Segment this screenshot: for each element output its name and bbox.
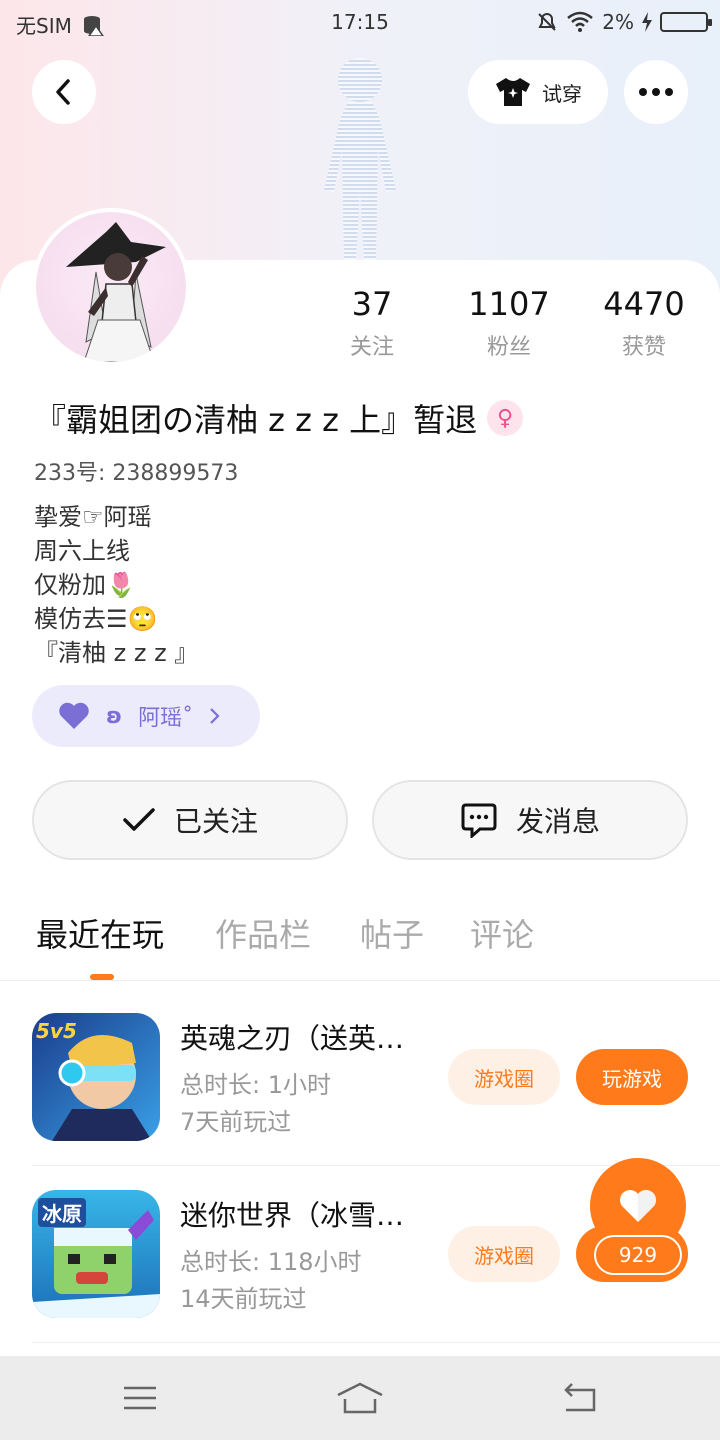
back-arrow-icon [56,79,70,105]
divider [0,980,720,981]
bio-line: 『清柚 z z z 』 [34,639,199,667]
try-on-button[interactable]: 试穿 [468,60,608,124]
bio-line: 仅粉加🌷 [34,571,136,599]
more-button[interactable] [624,60,688,124]
mute-bell-icon [538,13,556,31]
bio: 挚爱☞阿瑶 周六上线 仅粉加🌷 模仿去☰🙄 『清柚 z z z 』 [34,500,198,670]
recent-apps-button[interactable] [110,1376,170,1420]
chat-bubble-icon [461,803,497,838]
avatar-character-image [66,222,166,362]
tab-recently-played[interactable]: 最近在玩 [36,910,164,956]
stat-value: 1107 [468,285,550,323]
tab-comments[interactable]: 评论 [470,910,534,956]
user-id: 233号: 238899573 [34,461,239,486]
system-navigation-bar [0,1356,720,1440]
stat-label: 获赞 [621,335,666,360]
divider [32,1342,720,1343]
play-game-button[interactable]: 玩游戏 [576,1049,688,1105]
cp-gender-symbol: ʚ [106,703,123,729]
stat-label: 关注 [349,335,394,360]
game-last-played: 7天前玩过 [180,1108,292,1136]
status-bar: 无SIM 17:15 2% [0,0,720,48]
tab-works[interactable]: 作品栏 [215,910,311,956]
gender-female-icon: ♀ [487,400,524,436]
back-nav-button[interactable] [550,1376,610,1420]
chevron-right-icon [210,708,220,724]
bio-line: 模仿去☰🙄 [34,605,158,633]
return-icon [564,1383,596,1412]
profile-stats: 37 关注 1107 粉丝 4470 获赞 [300,285,720,365]
game-icon-badge: 冰原 [38,1198,86,1227]
nickname: 『霸姐团の清柚 z z z 上』暂退 [34,401,478,439]
heart-icon [59,702,89,729]
try-on-label: 试穿 [542,81,582,106]
tab-posts[interactable]: 帖子 [360,910,424,956]
like-count-badge: 929 [594,1235,682,1275]
followed-label: 已关注 [173,805,258,838]
game-title: 迷你世界（冰雪版） [180,1199,430,1232]
battery-percent: 2% [602,10,634,34]
heart-icon [620,1190,656,1222]
bio-line: 挚爱☞阿瑶 [34,503,152,531]
game-duration: 总时长: 118小时 [180,1248,362,1276]
game-circle-button[interactable]: 游戏圈 [448,1226,560,1282]
game-last-played: 14天前玩过 [180,1285,307,1313]
game-duration: 总时长: 1小时 [180,1071,331,1099]
back-button[interactable] [32,60,96,124]
more-dots-icon [639,88,673,96]
wifi-icon [567,11,594,32]
menu-icon [124,1386,156,1410]
stat-value: 37 [351,285,393,323]
profile-tabs: 最近在玩 作品栏 帖子 评论 [0,910,720,980]
cp-relationship-pill[interactable]: ʚ 阿瑶˚ [32,685,260,747]
charging-icon [642,12,652,32]
home-icon [337,1382,383,1414]
game-list-item[interactable]: 5v5 英魂之刃（送英雄） 总时长: 1小时 7天前玩过 游戏圈 玩游戏 [0,1013,720,1183]
game-icon: 5v5 [32,1013,160,1141]
stat-label: 粉丝 [486,335,531,360]
followed-button[interactable]: 已关注 [32,780,348,860]
game-title: 英魂之刃（送英雄） [180,1022,430,1055]
cp-name: 阿瑶˚ [138,706,194,731]
dress-up-figure [324,58,396,260]
stat-followers[interactable]: 1107 粉丝 [444,285,574,361]
avatar[interactable] [32,208,190,366]
stat-likes[interactable]: 4470 获赞 [579,285,709,361]
bio-line: 周六上线 [34,537,130,565]
home-button[interactable] [330,1376,390,1420]
shirt-icon [496,78,530,106]
nickname-row: 『霸姐团の清柚 z z z 上』暂退 ♀ [34,395,524,441]
game-circle-button[interactable]: 游戏圈 [448,1049,560,1105]
send-message-label: 发消息 [515,805,600,838]
game-icon: 冰原 [32,1190,160,1318]
checkmark-icon [123,808,155,831]
stat-value: 4470 [603,285,685,323]
send-message-button[interactable]: 发消息 [372,780,688,860]
game-icon-badge: 5v5 [36,1019,77,1043]
stat-following[interactable]: 37 关注 [307,285,437,361]
battery-icon [660,12,712,32]
